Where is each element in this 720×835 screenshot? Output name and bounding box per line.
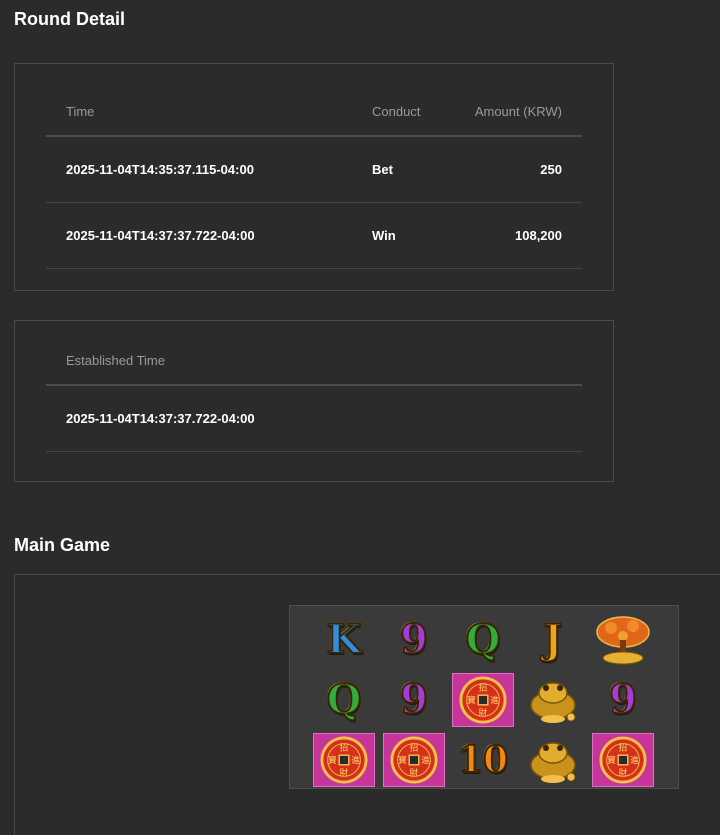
q-symbol: Q [452, 612, 514, 668]
coin-tile: 招寶 進財 [313, 733, 375, 787]
conduct-column-header: Conduct [372, 104, 421, 119]
round-detail-title: Round Detail [14, 9, 125, 29]
table-row: 2025-11-04T14:37:37.722-04:00 Win 108,20… [46, 203, 582, 269]
row-conduct: Win [372, 228, 396, 243]
coin-character: 財 [479, 706, 488, 718]
coin-tile: 招寶 進財 [383, 733, 445, 787]
table-header: Time Conduct Amount (KRW) [46, 72, 582, 137]
table-row: 2025-11-04T14:37:37.722-04:00 [46, 386, 582, 452]
row-time: 2025-11-04T14:35:37.115-04:00 [66, 162, 254, 177]
symbol-glyph: 9 [399, 676, 429, 723]
row-amount: 108,200 [515, 228, 562, 243]
symbol-glyph: Q [326, 676, 363, 723]
row-amount: 250 [540, 162, 562, 177]
money-tree-symbol [592, 612, 654, 668]
coin-character: 招 [619, 741, 628, 753]
round-detail-table: Time Conduct Amount (KRW) 2025-11-04T14:… [46, 72, 582, 269]
coin-tile: 招寶 進財 [592, 733, 654, 787]
coin-character: 財 [410, 766, 419, 778]
coin-character: 進 [351, 755, 360, 766]
q-symbol: Q [313, 672, 375, 728]
table-header: Established Time [46, 321, 582, 386]
symbol-glyph: 9 [399, 616, 429, 663]
nine-symbol: 9 [383, 612, 445, 668]
coin-scatter-symbol: 招寶 進財 [383, 732, 445, 788]
symbol-glyph: Q [465, 616, 502, 663]
coin-character: 寶 [467, 694, 476, 706]
k-symbol: K [313, 612, 375, 668]
time-column-header: Time [66, 104, 95, 119]
established-time-panel: Established Time 2025-11-04T14:37:37.722… [14, 320, 614, 482]
main-game-title: Main Game [14, 535, 111, 555]
row-time: 2025-11-04T14:37:37.722-04:00 [66, 228, 255, 243]
coin-character: 招 [340, 741, 349, 753]
established-time-header: Established Time [66, 353, 165, 368]
coin-character: 進 [421, 755, 430, 766]
coin-character: 進 [490, 695, 499, 706]
symbol-glyph: K [326, 616, 363, 663]
symbol-glyph: 10 [457, 739, 509, 781]
symbol-glyph: J [543, 616, 564, 663]
established-table: Established Time 2025-11-04T14:37:37.722… [46, 321, 582, 452]
coin-character: 招 [410, 741, 419, 753]
coin-character: 寶 [328, 754, 337, 766]
golden-toad-symbol [522, 672, 584, 728]
coin-character: 寶 [607, 754, 616, 766]
coin-character: 財 [619, 766, 628, 778]
golden-toad-symbol [522, 732, 584, 788]
round-detail-panel: Time Conduct Amount (KRW) 2025-11-04T14:… [14, 63, 614, 291]
coin-scatter-symbol: 招寶 進財 [592, 732, 654, 788]
coin-character: 進 [630, 755, 639, 766]
nine-symbol: 9 [383, 672, 445, 728]
coin-scatter-symbol: 招寶 進財 [313, 732, 375, 788]
established-time-value: 2025-11-04T14:37:37.722-04:00 [66, 411, 255, 426]
slot-reel-grid: K 9 Q J Q 9 招寶進財 9 招寶進財招寶進財 10 招寶進財 [289, 605, 679, 789]
row-conduct: Bet [372, 162, 393, 177]
j-symbol: J [522, 612, 584, 668]
nine-symbol: 9 [592, 672, 654, 728]
ten-symbol: 10 [452, 732, 514, 788]
coin-character: 招 [479, 681, 488, 693]
coin-scatter-symbol: 招寶 進財 [452, 672, 514, 728]
table-row: 2025-11-04T14:35:37.115-04:00 Bet 250 [46, 137, 582, 203]
coin-character: 財 [340, 766, 349, 778]
coin-character: 寶 [398, 754, 407, 766]
coin-tile: 招寶 進財 [452, 673, 514, 727]
amount-column-header: Amount (KRW) [474, 104, 562, 119]
symbol-glyph: 9 [608, 676, 638, 723]
